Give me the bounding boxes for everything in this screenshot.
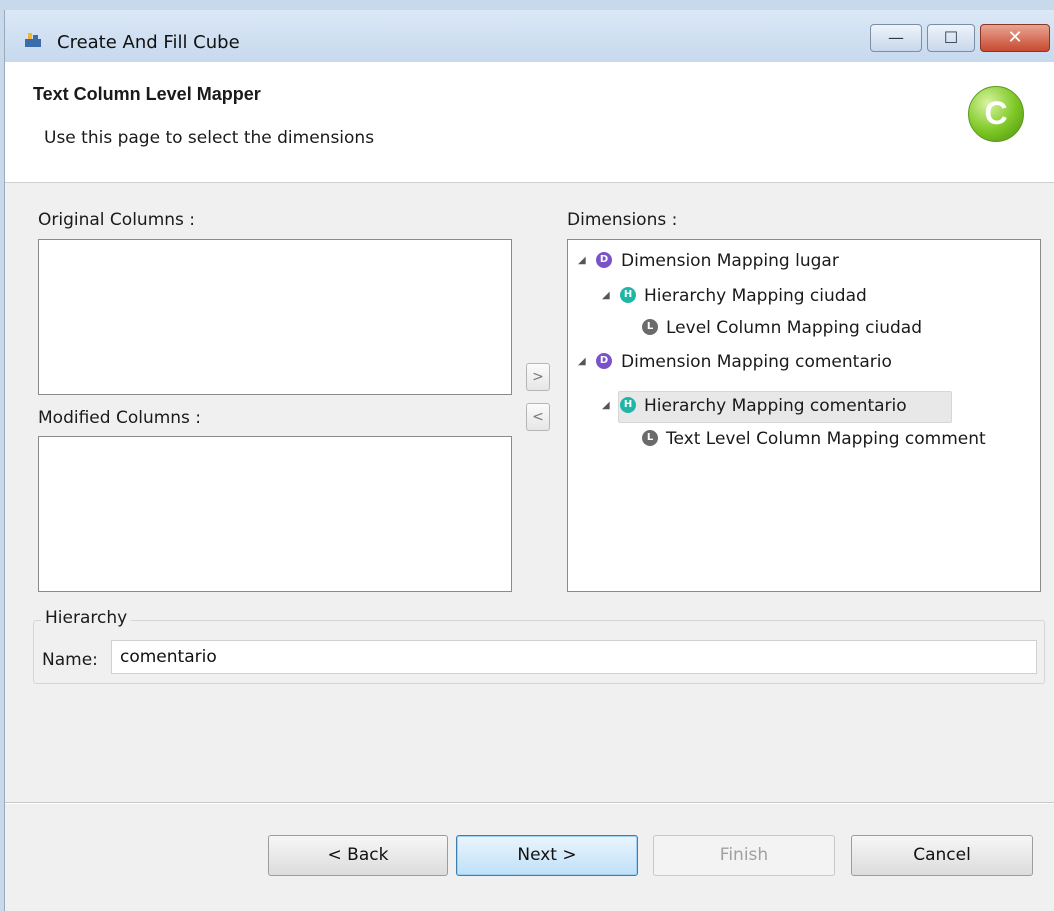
tree-item-label: Text Level Column Mapping comment [666,429,986,449]
close-icon: ✕ [1007,27,1023,48]
expand-triangle-icon[interactable]: ◢ [578,246,586,276]
original-columns-label: Original Columns : [38,210,196,230]
remove-from-dimensions-button[interactable]: < [526,403,550,431]
level-icon: L [642,319,658,335]
original-columns-list[interactable] [38,239,512,395]
dimensions-label: Dimensions : [567,210,678,230]
name-label: Name: [42,650,98,670]
finish-button[interactable]: Finish [653,835,835,876]
expand-triangle-icon[interactable]: ◢ [578,347,586,377]
wizard-logo-icon: C [968,86,1024,142]
title-bar[interactable]: Create And Fill Cube — ☐ ✕ [5,10,1054,62]
close-button[interactable]: ✕ [980,24,1050,52]
expand-triangle-icon[interactable]: ◢ [602,391,610,421]
hierarchy-icon: H [620,287,636,303]
window-title: Create And Fill Cube [57,32,240,53]
back-button[interactable]: < Back [268,835,448,876]
page-description: Use this page to select the dimensions [44,128,375,148]
hierarchy-name-input[interactable]: comentario [111,640,1037,674]
tree-item-label: Hierarchy Mapping ciudad [644,286,867,306]
dimension-icon: D [596,252,612,268]
minimize-icon: — [888,28,904,47]
page-title: Text Column Level Mapper [33,84,261,104]
expand-triangle-icon[interactable]: ◢ [602,281,610,311]
add-to-dimensions-button[interactable]: > [526,363,550,391]
wizard-header: Text Column Level Mapper Use this page t… [5,62,1054,183]
app-icon [25,33,41,47]
hierarchy-icon: H [620,397,636,413]
maximize-button[interactable]: ☐ [927,24,975,52]
modified-columns-label: Modified Columns : [38,408,202,428]
dimension-icon: D [596,353,612,369]
tree-item-label: Hierarchy Mapping comentario [644,396,907,416]
tree-item-label: Dimension Mapping lugar [621,251,839,271]
level-icon: L [642,430,658,446]
next-button[interactable]: Next > [456,835,638,876]
dimensions-tree[interactable]: ◢ D Dimension Mapping lugar ◢ H Hierarch… [567,239,1041,592]
wizard-window: Create And Fill Cube — ☐ ✕ Text Column L… [4,10,1054,911]
cancel-button[interactable]: Cancel [851,835,1033,876]
tree-item-label: Dimension Mapping comentario [621,352,892,372]
footer-separator-highlight [5,803,1054,804]
minimize-button[interactable]: — [870,24,922,52]
hierarchy-group-title: Hierarchy [41,608,132,628]
logo-letter: C [984,95,1008,131]
tree-item-label: Level Column Mapping ciudad [666,318,922,338]
modified-columns-list[interactable] [38,436,512,592]
maximize-icon: ☐ [943,28,959,47]
